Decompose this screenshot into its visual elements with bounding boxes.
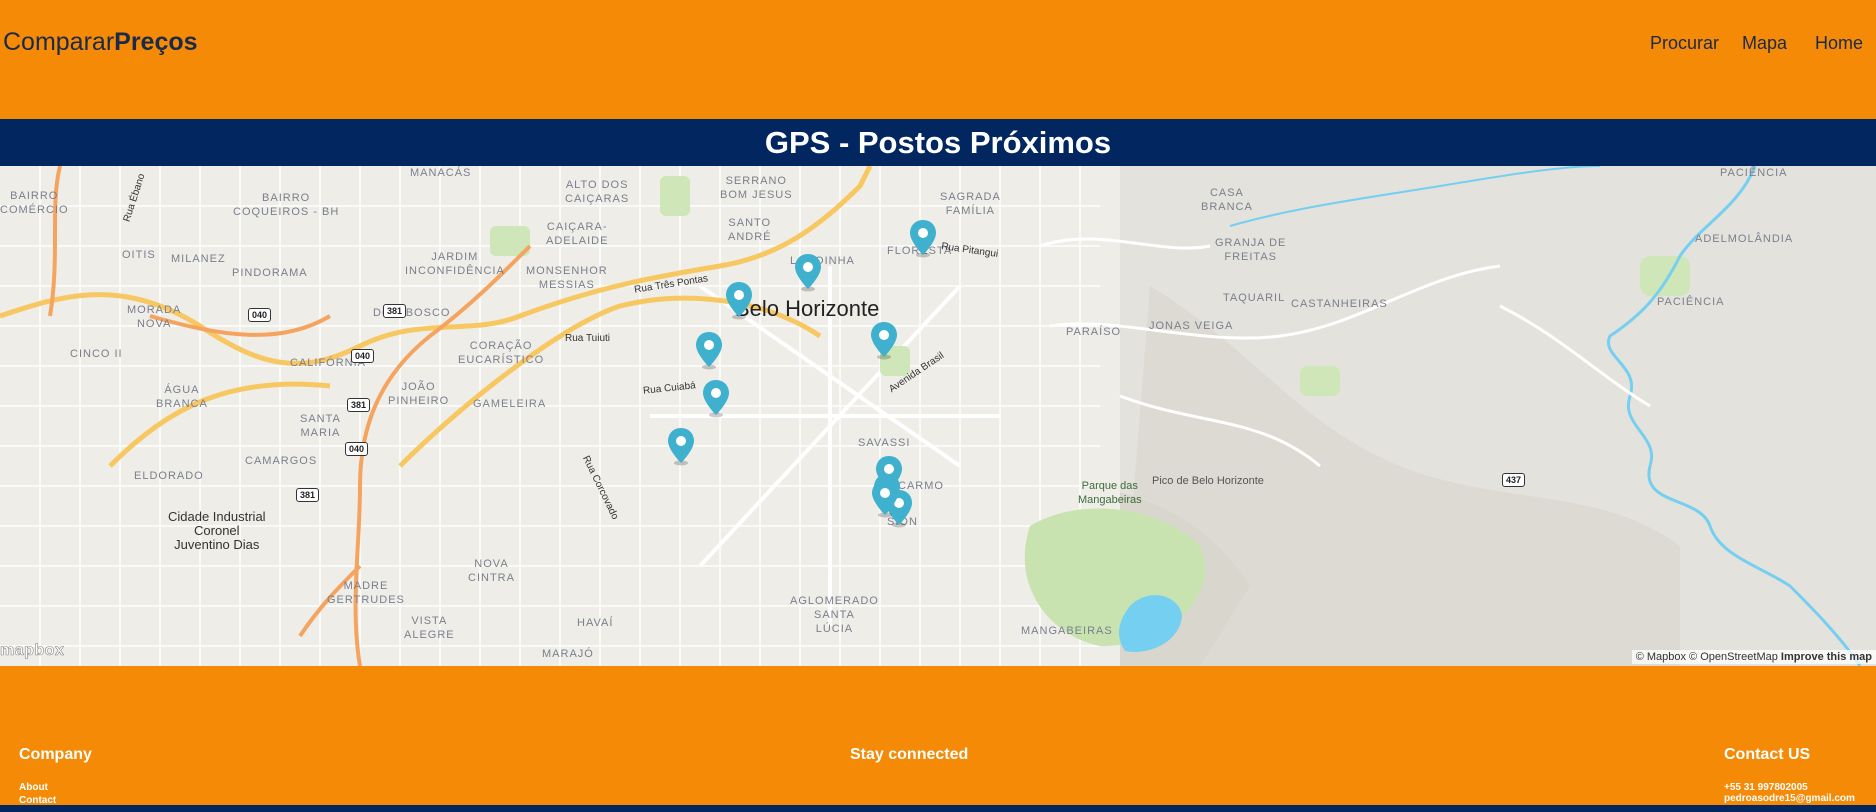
neighborhood-label: MANACÁS xyxy=(410,167,472,179)
highway-shield: 040 xyxy=(351,349,375,363)
neighborhood-label: ÁGUA BRANCA xyxy=(156,384,208,410)
neighborhood-label: MONSENHOR MESSIAS xyxy=(526,265,608,291)
neighborhood-label: VISTA ALEGRE xyxy=(404,615,455,641)
neighborhood-label: SAGRADA FAMÍLIA xyxy=(940,191,1001,217)
footer-company-heading: Company xyxy=(19,746,92,763)
neighborhood-label: CAMARGOS xyxy=(245,455,318,467)
neighborhood-label: SAVASSI xyxy=(858,437,911,449)
neighborhood-label: ALTO DOS CAIÇARAS xyxy=(565,179,630,205)
nav-home-link[interactable]: Home xyxy=(1815,33,1863,54)
neighborhood-label: PACIÊNCIA xyxy=(1657,296,1725,308)
neighborhood-label: SANTO ANDRÉ xyxy=(728,217,772,243)
neighborhood-label: PINDORAMA xyxy=(232,267,308,279)
peak-label: Pico de Belo Horizonte xyxy=(1152,475,1264,487)
neighborhood-label: CAIÇARA- ADELAIDE xyxy=(546,221,609,247)
map-view[interactable]: BAIRRO COMÉRCIO BAIRRO COQUEIROS - BH OITI… xyxy=(0,166,1876,666)
neighborhood-label: HAVAÍ xyxy=(577,617,614,629)
neighborhood-label: ADELMOLÂNDIA xyxy=(1695,233,1794,245)
neighborhood-label: PARAÍSO xyxy=(1066,326,1122,338)
footer-stay-connected-heading: Stay connected xyxy=(850,746,969,763)
footer-about-link[interactable]: About xyxy=(19,782,48,793)
brand-light: Comparar xyxy=(3,28,115,56)
footer-phone: +55 31 997802005 xyxy=(1724,782,1808,793)
nav-mapa-link[interactable]: Mapa xyxy=(1742,33,1787,54)
highway-shield: 437 xyxy=(1502,473,1526,487)
neighborhood-label: NOVA CINTRA xyxy=(468,558,515,584)
neighborhood-label: TAQUARIL xyxy=(1223,292,1286,304)
neighborhood-label: OITIS xyxy=(122,249,156,261)
neighborhood-label: GRANJA DE FREITAS xyxy=(1215,237,1287,263)
neighborhood-label: JONAS VEIGA xyxy=(1149,320,1234,332)
station-marker-icon[interactable] xyxy=(724,280,754,320)
bottom-strip xyxy=(0,805,1876,812)
neighborhood-label: MARAJÓ xyxy=(542,648,594,660)
neighborhood-label: SERRANO BOM JESUS xyxy=(720,175,793,201)
station-marker-icon[interactable] xyxy=(666,426,696,466)
station-marker-icon[interactable] xyxy=(870,478,900,518)
mapbox-logo: mapbox xyxy=(0,642,65,660)
neighborhood-label: MORADA NOVA xyxy=(127,304,182,330)
brand-bold: Preços xyxy=(114,28,198,56)
neighborhood-label: CASTANHEIRAS xyxy=(1291,298,1388,310)
station-marker-icon[interactable] xyxy=(694,330,724,370)
highway-shield: 040 xyxy=(248,308,272,322)
highway-shield: 381 xyxy=(383,304,407,318)
road-label: Rua Tuiuti xyxy=(565,333,611,344)
neighborhood-label: AGLOMERADO SANTA LÚCIA xyxy=(790,595,879,635)
improve-map-link[interactable]: Improve this map xyxy=(1781,651,1872,663)
map-base xyxy=(0,166,1876,666)
footer-contact-us-heading: Contact US xyxy=(1724,746,1811,763)
neighborhood-label: GAMELEIRA xyxy=(473,398,547,410)
neighborhood-label: PACIÊNCIA xyxy=(1720,167,1788,179)
highway-shield: 381 xyxy=(296,488,320,502)
highway-shield: 381 xyxy=(347,398,371,412)
neighborhood-label: MANGABEIRAS xyxy=(1021,625,1113,637)
neighborhood-label: JOÃO PINHEIRO xyxy=(388,381,450,407)
park-label: Parque das Mangabeiras xyxy=(1078,480,1142,506)
neighborhood-label: MADRE GERTRUDES xyxy=(327,580,405,606)
neighborhood-label: CORAÇÃO EUCARÍSTICO xyxy=(458,340,545,366)
footer-email[interactable]: pedroasodre15@gmail.com xyxy=(1724,793,1855,804)
footer: Company About Contact Stay connected Con… xyxy=(0,666,1876,812)
neighborhood-label: CINCO II xyxy=(70,348,123,360)
station-marker-icon[interactable] xyxy=(793,252,823,292)
neighborhood-label: BAIRRO COMÉRCIO xyxy=(0,190,69,216)
nav-procurar-link[interactable]: Procurar xyxy=(1650,33,1719,54)
neighborhood-label: MILANEZ xyxy=(171,253,226,265)
neighborhood-label: JARDIM INCONFIDÊNCIA xyxy=(405,251,505,277)
navbar: CompararPreços Procurar Mapa Home xyxy=(0,0,1876,119)
brand-logo[interactable]: CompararPreços xyxy=(3,28,198,57)
neighborhood-label: BAIRRO COQUEIROS - BH xyxy=(233,192,340,218)
neighborhood-label: ELDORADO xyxy=(134,470,204,482)
page-title: GPS - Postos Próximos xyxy=(764,125,1112,160)
station-marker-icon[interactable] xyxy=(908,218,938,258)
place-label: Cidade Industrial Coronel Juventino Dias xyxy=(168,509,266,552)
title-bar: GPS - Postos Próximos xyxy=(0,119,1876,166)
highway-shield: 040 xyxy=(345,442,369,456)
neighborhood-label: SANTA MARIA xyxy=(300,413,341,439)
attribution-text[interactable]: © Mapbox © OpenStreetMap xyxy=(1636,651,1778,663)
neighborhood-label: CASA BRANCA xyxy=(1201,187,1253,213)
station-marker-icon[interactable] xyxy=(701,378,731,418)
map-attribution[interactable]: © Mapbox © OpenStreetMap Improve this ma… xyxy=(1631,650,1876,664)
city-label: Belo Horizonte xyxy=(735,296,880,321)
station-marker-icon[interactable] xyxy=(869,320,899,360)
